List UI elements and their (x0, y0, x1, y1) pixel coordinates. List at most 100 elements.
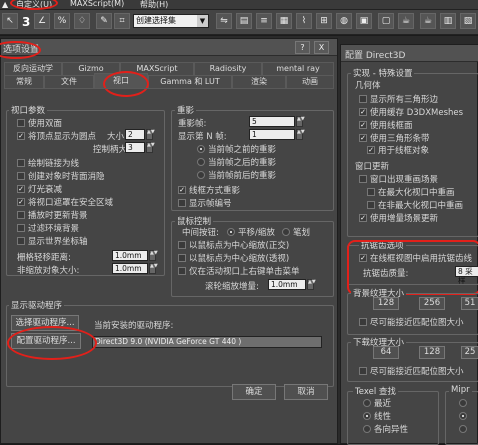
cb-links-as-lines[interactable] (17, 159, 25, 167)
render-icon[interactable]: ☕ (398, 13, 414, 29)
snap-percent-icon[interactable]: % (54, 13, 70, 29)
cb-two-sided[interactable] (17, 119, 25, 127)
radio-texel-nearest[interactable] (363, 399, 371, 407)
cb-rightclick-active[interactable] (178, 267, 186, 275)
bg-tex-128[interactable]: 128 (373, 297, 399, 310)
cb-backface-cull-label: 创建对象时背面消隐 (28, 172, 105, 182)
cb-wire-faces-label: 使用线框面 (370, 121, 413, 131)
ghost-frames-arrows[interactable]: ▲▼ (296, 116, 305, 127)
close-button[interactable]: X (314, 41, 329, 54)
snap-angle-icon[interactable]: ∠ (34, 13, 50, 29)
select-icon[interactable]: ↖ (2, 13, 18, 29)
tab-general[interactable]: 常规 (4, 75, 44, 88)
radio-pan-zoom[interactable] (227, 228, 235, 236)
selection-set-dropdown[interactable]: 创建选择集 ▼ (133, 14, 209, 28)
menu-maxscript[interactable]: MAXScript(M) (70, 0, 124, 8)
cb-vertex-dots[interactable]: ✓ (17, 132, 25, 140)
radio-texel-anisotropic[interactable] (363, 425, 371, 433)
tab-ik[interactable]: 反向运动学 (4, 62, 62, 75)
every-n-label: 显示第 N 帧: (178, 132, 227, 142)
size-spinner[interactable]: 2 (125, 129, 145, 140)
cb-world-axis[interactable] (17, 237, 25, 245)
named-sets-icon[interactable]: ⌗ (114, 13, 130, 29)
every-n-spinner[interactable]: 1 (249, 129, 295, 140)
radio-mip-2[interactable] (459, 412, 467, 420)
material-editor-icon[interactable]: ◍ (336, 13, 352, 29)
wheel-zoom-spinner[interactable]: 1.0mm (268, 279, 306, 290)
layer-icon[interactable]: ≡ (256, 13, 272, 29)
cb-attenuate-lights[interactable]: ✓ (17, 185, 25, 193)
render-iterative-icon[interactable]: ▧ (460, 13, 476, 29)
dl-tex-64[interactable]: 64 (373, 346, 399, 359)
tab-animation[interactable]: 动画 (286, 75, 334, 88)
ghost-frames-spinner[interactable]: 5 (249, 116, 295, 127)
tab-gamma-lut[interactable]: Gamma 和 LUT (148, 75, 232, 88)
align-icon[interactable]: ▤ (236, 13, 252, 29)
render-setup-icon[interactable]: ▣ (356, 13, 372, 29)
size-spinner-arrows[interactable]: ▲▼ (146, 129, 155, 140)
cb-zoom-persp[interactable] (178, 254, 186, 262)
handle-size-arrows[interactable]: ▲▼ (146, 142, 155, 153)
render-production-icon[interactable]: ☕ (420, 13, 436, 29)
radio-ghost-before[interactable] (197, 145, 205, 153)
radio-mip-1[interactable] (459, 399, 467, 407)
cb-redraw-nonmax[interactable] (367, 201, 375, 209)
radio-texel-linear[interactable] (363, 412, 371, 420)
dl-tex-256[interactable]: 25 (461, 346, 478, 359)
edit-named-sets-icon[interactable]: ✎ (96, 13, 112, 29)
non-scale-label: 非缩放对象大小: (17, 266, 80, 276)
mirror-icon[interactable]: ⇋ (216, 13, 232, 29)
cb-wireframe-ghost-label: 线框方式重影 (189, 186, 241, 196)
cb-cached-meshes[interactable]: ✓ (359, 108, 367, 116)
cb-bg-match-bitmap[interactable] (359, 318, 367, 326)
bg-tex-256[interactable]: 256 (419, 297, 445, 310)
curve-editor-icon[interactable]: ⌇ (296, 13, 312, 29)
grid-nudge-arrows[interactable]: ▲▼ (149, 250, 158, 261)
cb-zoom-ortho[interactable] (178, 241, 186, 249)
schematic-icon[interactable]: ⊞ (316, 13, 332, 29)
help-button[interactable]: ? (295, 41, 310, 54)
render-frame-icon[interactable]: ▢ (378, 13, 394, 29)
cb-dl-match-bitmap[interactable] (359, 367, 367, 375)
cb-incremental-update[interactable]: ✓ (359, 214, 367, 222)
cb-backface-cull[interactable] (17, 172, 25, 180)
tab-files[interactable]: 文件 (44, 75, 94, 88)
render-active-icon[interactable]: ▥ (440, 13, 456, 29)
tab-radiosity[interactable]: Radiosity (194, 62, 262, 75)
non-scale-spinner[interactable]: 1.0mm (112, 263, 148, 274)
bg-tex-512[interactable]: 51 (461, 297, 478, 310)
radio-ghost-after[interactable] (197, 158, 205, 166)
radio-mip-3[interactable] (459, 425, 467, 433)
cb-safe-region[interactable]: ✓ (17, 198, 25, 206)
non-scale-arrows[interactable]: ▲▼ (149, 263, 158, 274)
cb-filter-bg[interactable] (17, 224, 25, 232)
wheel-zoom-arrows[interactable]: ▲▼ (307, 279, 316, 290)
cb-wire-objects[interactable]: ✓ (367, 146, 375, 154)
cancel-button[interactable]: 取消 (284, 384, 328, 400)
cb-redraw-scene[interactable] (359, 175, 367, 183)
cb-zoom-ortho-label: 以鼠标点为中心缩放(正交) (189, 241, 290, 251)
cb-wireframe-ghost[interactable]: ✓ (178, 186, 186, 194)
tab-mental-ray[interactable]: mental ray (262, 62, 334, 75)
current-driver-field: Direct3D 9.0 (NVIDIA GeForce GT 440 ) (92, 336, 322, 348)
cb-two-sided-label: 使用双面 (28, 119, 63, 129)
graphite-icon[interactable]: ▦ (276, 13, 292, 29)
radio-ghost-both[interactable] (197, 171, 205, 179)
menu-arrow-icon: ▲ (2, 0, 9, 9)
handle-size-spinner[interactable]: 3 (125, 142, 145, 153)
cb-redraw-maximized[interactable] (367, 188, 375, 196)
grid-nudge-spinner[interactable]: 1.0mm (112, 250, 148, 261)
geometry-title: 几何体 (355, 81, 381, 91)
radio-strokes[interactable] (282, 228, 290, 236)
cb-update-bg[interactable] (17, 211, 25, 219)
cb-tri-strips[interactable]: ✓ (359, 134, 367, 142)
every-n-arrows[interactable]: ▲▼ (296, 129, 305, 140)
cb-all-tri-edges[interactable] (359, 95, 367, 103)
cb-frame-numbers[interactable] (178, 199, 186, 207)
dl-tex-128[interactable]: 128 (419, 346, 445, 359)
tab-rendering[interactable]: 渲染 (232, 75, 286, 88)
ok-button[interactable]: 确定 (232, 384, 276, 400)
spinner-snap-icon[interactable]: ♢ (74, 13, 90, 29)
cb-wire-faces[interactable]: ✓ (359, 121, 367, 129)
menu-help[interactable]: 帮助(H) (140, 0, 168, 10)
